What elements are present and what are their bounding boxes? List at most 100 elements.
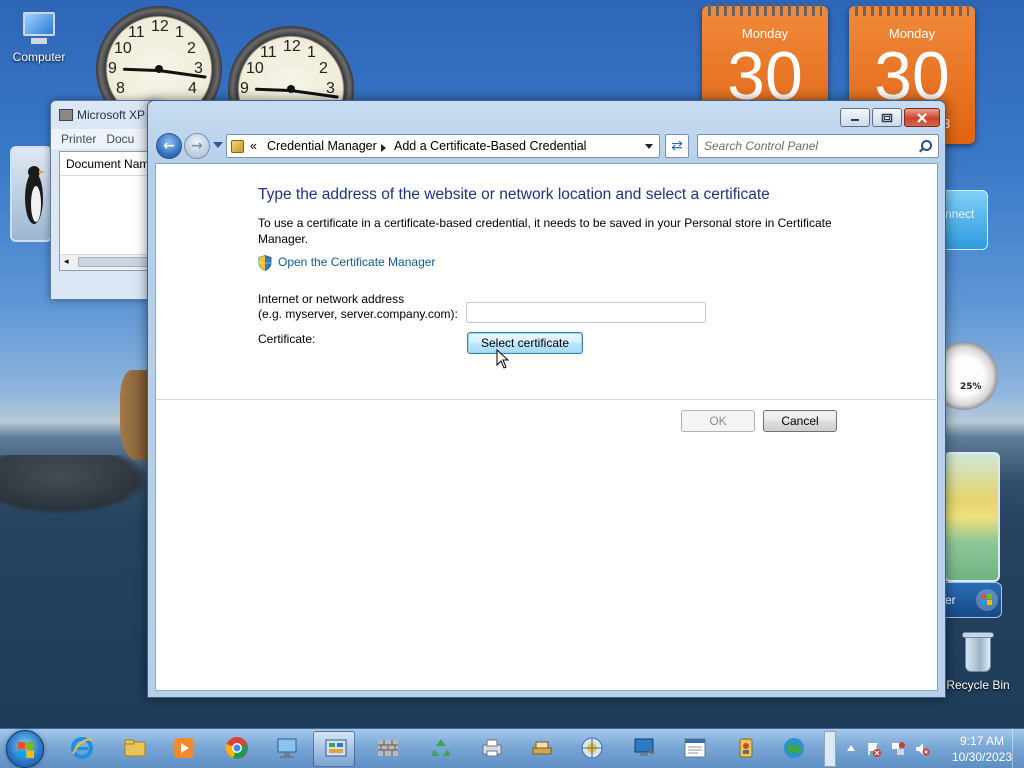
chrome-icon (225, 737, 248, 759)
clock-number: 12 (151, 18, 169, 35)
scrollbar-thumb[interactable] (78, 257, 158, 267)
address-label-line2: (e.g. myserver, server.company.com): (258, 307, 458, 321)
windows-logo-icon (18, 742, 34, 758)
background-window-printer[interactable]: Microsoft XP Printer Docu Document Nam ◂ (50, 100, 161, 300)
column-header-document-name[interactable]: Document Nam (60, 152, 160, 176)
internet-explorer-icon (71, 737, 93, 759)
open-certificate-manager-link[interactable]: Open the Certificate Manager (258, 255, 436, 271)
taskbar-firewall[interactable] (366, 731, 408, 767)
network-address-input[interactable] (466, 302, 706, 323)
taskbar-printer[interactable] (470, 731, 512, 767)
taskbar-control-panel[interactable] (313, 731, 355, 767)
restore-icon (881, 113, 893, 122)
clock-number: 9 (108, 60, 117, 77)
taskbar-media-player[interactable] (162, 731, 204, 767)
address-label: Internet or network address (e.g. myserv… (258, 292, 458, 322)
breadcrumb-add-certificate-credential[interactable]: Add a Certificate-Based Credential (394, 139, 586, 153)
close-button[interactable] (904, 108, 940, 127)
back-button[interactable]: ← (156, 133, 182, 159)
show-desktop-button[interactable] (1012, 729, 1024, 768)
forward-button[interactable]: → (184, 133, 210, 159)
computer-icon (19, 10, 59, 46)
search-icon[interactable] (921, 140, 932, 151)
scroll-left-icon[interactable]: ◂ (64, 257, 69, 267)
mouse-cursor-icon (496, 349, 510, 369)
breadcrumb-overflow[interactable]: « (250, 139, 257, 153)
media-player-icon (174, 738, 194, 758)
taskbar-clock[interactable]: 9:17 AM 10/30/2023 (942, 733, 1022, 765)
firewall-icon (378, 740, 398, 756)
globe-icon (784, 738, 804, 758)
taskbar-network[interactable] (265, 731, 307, 767)
clock-number: 11 (128, 24, 145, 41)
taskbar-windows-explorer[interactable] (113, 731, 155, 767)
penguin-icon (25, 166, 45, 224)
slideshow-gadget[interactable] (10, 146, 52, 242)
clock-number: 11 (260, 44, 277, 61)
background-window-title: Microsoft XP (77, 108, 146, 122)
recycle-icon (432, 739, 450, 756)
minimize-button[interactable] (840, 108, 870, 127)
content-pane: Type the address of the website or netwo… (155, 163, 938, 691)
taskbar-tools[interactable] (520, 731, 562, 767)
address-bar[interactable]: « Credential Manager Add a Certificate-B… (226, 134, 660, 158)
printer-icon (482, 739, 502, 757)
refresh-button[interactable]: ⇄ (665, 134, 689, 158)
desktop-icon-computer[interactable]: Computer (2, 10, 76, 64)
start-button[interactable] (6, 730, 44, 768)
recent-pages-dropdown-icon[interactable] (213, 142, 223, 148)
windows-logo-icon (976, 589, 998, 611)
cpu-meter-value: 25% (960, 382, 982, 392)
clock-number: 1 (175, 24, 184, 41)
back-arrow-icon: ← (163, 138, 175, 154)
horizontal-scrollbar[interactable]: ◂ (60, 254, 160, 270)
uac-shield-icon (258, 255, 272, 271)
background-window-title-bar[interactable]: Microsoft XP (51, 101, 159, 129)
taskbar-globe[interactable] (772, 731, 814, 767)
taskbar-recycle[interactable] (419, 731, 461, 767)
clock-number: 9 (240, 80, 249, 97)
cancel-button[interactable]: Cancel (763, 410, 837, 432)
print-queue-list[interactable]: Document Nam ◂ (59, 151, 161, 271)
taskbar-accessibility[interactable] (570, 731, 612, 767)
clock-number: 4 (188, 80, 197, 97)
taskbar-internet-explorer[interactable] (60, 731, 102, 767)
taskbar-chrome[interactable] (215, 731, 257, 767)
picture-puzzle-gadget[interactable] (944, 452, 1000, 582)
search-input[interactable] (704, 138, 910, 154)
ok-button[interactable]: OK (681, 410, 755, 432)
taskbar-computer-management[interactable] (622, 731, 664, 767)
refresh-icon: ⇄ (671, 138, 683, 154)
recycle-bin-icon (961, 630, 995, 674)
taskbar-event-viewer[interactable] (673, 731, 715, 767)
breadcrumb-credential-manager[interactable]: Credential Manager (267, 139, 377, 153)
close-icon (917, 112, 927, 123)
address-dropdown-button[interactable] (639, 135, 659, 157)
wallpaper-rocks (0, 455, 150, 515)
certificate-label: Certificate: (258, 332, 316, 346)
search-box[interactable] (697, 134, 939, 158)
clock-hour-hand (122, 67, 160, 72)
forward-arrow-icon: → (191, 138, 203, 154)
volume-muted-icon[interactable] (914, 741, 930, 757)
menu-item-document[interactable]: Docu (106, 132, 134, 146)
clock-number: 12 (283, 38, 301, 55)
media-center-label: er (945, 593, 956, 607)
page-heading: Type the address of the website or netwo… (258, 186, 770, 203)
tools-icon (532, 741, 552, 755)
show-hidden-icons-icon[interactable] (847, 745, 855, 751)
desktop-icon-recycle-bin[interactable]: Recycle Bin (938, 630, 1018, 692)
network-status-icon[interactable] (890, 741, 906, 757)
select-certificate-button[interactable]: Select certificate (467, 332, 583, 354)
open-certificate-manager-label: Open the Certificate Manager (278, 255, 436, 269)
credential-manager-window[interactable]: ← → « Credential Manager Add a Certifica… (147, 100, 946, 698)
taskbar-credential-manager[interactable] (724, 731, 766, 767)
network-icon (277, 738, 297, 758)
breadcrumb-chevron-icon[interactable] (381, 144, 386, 152)
maximize-button[interactable] (872, 108, 902, 127)
control-panel-icon (325, 739, 347, 757)
action-center-icon[interactable] (866, 741, 882, 757)
page-description: To use a certificate in a certificate-ba… (258, 216, 832, 246)
menu-item-printer[interactable]: Printer (61, 132, 96, 146)
clock-number: 8 (116, 80, 125, 97)
